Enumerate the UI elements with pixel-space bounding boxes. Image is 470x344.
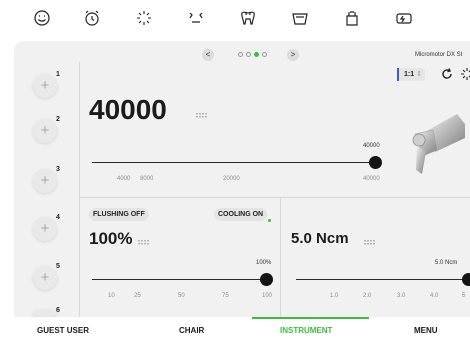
divider (280, 197, 281, 317)
cooling-status-dot (268, 219, 271, 222)
nav-guest-user[interactable]: GUEST USER (37, 326, 89, 335)
handpiece-icon[interactable] (186, 8, 206, 28)
handpiece-image (412, 114, 465, 174)
preset-button-2[interactable]: + (33, 119, 57, 143)
tooth-icon[interactable] (238, 8, 258, 28)
preset-number: 2 (56, 116, 60, 123)
active-tab-indicator (252, 317, 369, 319)
chevron-icon: ⇕ (416, 71, 422, 78)
spittoon-icon[interactable] (342, 8, 362, 28)
flushing-slider-value: 100% (256, 260, 272, 266)
flushing-value: 100% (89, 229, 133, 248)
face-icon[interactable] (32, 8, 52, 28)
torque-tick: 4.0 (430, 293, 439, 299)
flushing-tick: 100 (262, 293, 273, 299)
reverse-icon[interactable] (440, 67, 454, 81)
torque-tick: 2.0 (363, 293, 372, 299)
flushing-slider-track[interactable] (92, 279, 266, 280)
keypad-icon[interactable] (138, 234, 150, 245)
cooling-toggle[interactable]: COOLING ON (214, 208, 268, 221)
speed-tick: 40000 (363, 176, 380, 182)
light-icon[interactable] (134, 8, 154, 28)
divider (79, 62, 80, 317)
top-toolbar (0, 0, 470, 36)
flushing-tick: 25 (134, 293, 141, 299)
speed-tick: 20000 (223, 176, 240, 182)
flushing-tick: 10 (108, 293, 115, 299)
torque-slider-track[interactable] (296, 279, 468, 280)
page-dot[interactable] (238, 52, 243, 57)
page-dot[interactable] (262, 52, 267, 57)
light-toggle-icon[interactable] (460, 67, 470, 81)
preset-button-3[interactable]: + (33, 169, 57, 193)
prev-page-button[interactable]: < (202, 49, 214, 61)
preset-number: 3 (56, 166, 60, 173)
nav-instrument[interactable]: INSTRUMENT (280, 326, 332, 335)
page-dot[interactable] (246, 52, 251, 57)
flushing-tick: 50 (178, 293, 185, 299)
ratio-selector[interactable]: 1:1 ⇕ (398, 68, 425, 81)
torque-tick: 5 (462, 293, 466, 299)
flushing-label: FLUSHING OFF (93, 211, 145, 218)
rinse-icon[interactable] (394, 8, 414, 28)
preset-button-1[interactable]: + (33, 74, 57, 98)
torque-slider-value: 5.0 Ncm (435, 260, 458, 266)
speed-slider-track[interactable] (92, 162, 375, 163)
torque-tick: 1.0 (330, 293, 339, 299)
preset-button-4[interactable]: + (33, 217, 57, 241)
speed-tick: 8000 (140, 176, 154, 182)
alarm-clock-icon[interactable] (82, 8, 102, 28)
torque-tick: 3.0 (397, 293, 406, 299)
device-model: Micromotor DX SI (415, 52, 463, 58)
ratio-label: 1:1 (404, 71, 415, 78)
keypad-icon[interactable] (196, 107, 208, 118)
preset-number: 5 (56, 263, 60, 270)
ratio-marker (397, 68, 399, 81)
flushing-tick: 75 (222, 293, 229, 299)
speed-slider-knob[interactable] (368, 156, 382, 169)
flushing-slider-knob[interactable] (259, 273, 273, 286)
nav-chair[interactable]: CHAIR (179, 326, 204, 335)
nav-menu[interactable]: MENU (414, 326, 438, 335)
speed-tick: 4000 (117, 176, 131, 182)
cup-icon[interactable] (290, 8, 310, 28)
page-dot-active[interactable] (254, 52, 259, 57)
preset-number: 1 (56, 71, 60, 78)
preset-number: 6 (56, 307, 60, 314)
speed-slider-value: 40000 (363, 143, 380, 149)
preset-button-5[interactable]: + (33, 266, 57, 290)
keypad-icon[interactable] (364, 234, 376, 245)
preset-number: 4 (56, 214, 60, 221)
cooling-label: COOLING ON (218, 211, 264, 218)
preset-button-6[interactable] (33, 309, 57, 317)
torque-value: 5.0 Ncm (291, 230, 349, 247)
speed-value: 40000 (89, 94, 167, 125)
flushing-toggle[interactable]: FLUSHING OFF (89, 208, 149, 221)
next-page-button[interactable]: > (287, 49, 299, 61)
divider (79, 197, 470, 198)
bottom-navigation: GUEST USER CHAIR INSTRUMENT MENU (0, 317, 470, 344)
